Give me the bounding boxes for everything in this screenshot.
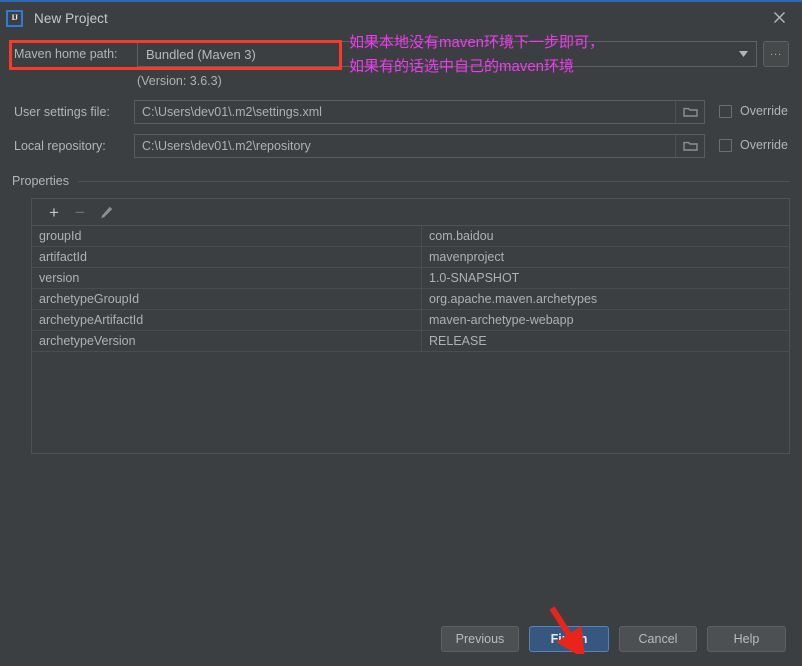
local-repository-row: Local repository: (14, 134, 106, 158)
properties-section-separator (78, 181, 790, 182)
maven-home-path-dropdown-button[interactable] (731, 41, 757, 67)
properties-table-body: groupId com.baidou artifactId mavenproject v… (32, 226, 789, 352)
finish-button[interactable]: Finish (529, 626, 609, 652)
table-row[interactable]: groupId com.baidou (32, 226, 789, 247)
cancel-button[interactable]: Cancel (619, 626, 697, 652)
table-row[interactable]: version 1.0-SNAPSHOT (32, 267, 789, 289)
property-value-cell: 1.0-SNAPSHOT (421, 267, 789, 289)
properties-table: groupId com.baidou artifactId mavenproject v… (32, 226, 789, 352)
property-key-cell: archetypeGroupId (32, 288, 422, 310)
property-value-cell: maven-archetype-webapp (421, 309, 789, 331)
chevron-down-icon (739, 51, 748, 57)
properties-toolbar: + − (32, 199, 789, 226)
local-repository-browse-button[interactable] (675, 135, 704, 157)
properties-panel: + − groupId com.baidou artifactId mavenproj… (31, 198, 790, 454)
new-project-dialog: IJ New Project Maven home path: Bundled … (0, 0, 802, 666)
folder-icon (682, 107, 698, 117)
edit-property-button[interactable] (93, 201, 119, 223)
maven-home-path-value: Bundled (Maven 3) (146, 46, 256, 62)
local-repository-label: Local repository: (14, 139, 106, 153)
maven-home-path-combo[interactable]: Bundled (Maven 3) (137, 41, 741, 67)
close-button[interactable] (756, 2, 802, 33)
user-settings-browse-button[interactable] (675, 101, 704, 123)
previous-button[interactable]: Previous (441, 626, 519, 652)
property-value-cell: com.baidou (421, 226, 789, 247)
user-settings-file-input[interactable]: C:\Users\dev01\.m2\settings.xml (134, 100, 705, 124)
property-value-cell: org.apache.maven.archetypes (421, 288, 789, 310)
table-row[interactable]: archetypeArtifactId maven-archetype-webap… (32, 309, 789, 331)
checkbox-box (719, 138, 732, 152)
maven-home-path-label: Maven home path: (14, 47, 118, 61)
dialog-title: New Project (34, 10, 108, 26)
folder-icon (682, 141, 698, 151)
local-repository-override-label: Override (740, 138, 788, 152)
title-bar: IJ New Project (0, 2, 802, 34)
property-key-cell: artifactId (32, 246, 422, 268)
local-repository-value: C:\Users\dev01\.m2\repository (142, 139, 311, 153)
add-property-button[interactable]: + (41, 201, 67, 223)
property-key-cell: version (32, 267, 422, 289)
property-value-cell: mavenproject (421, 246, 789, 268)
user-settings-override-checkbox[interactable]: Override (719, 104, 788, 118)
property-key-cell: archetypeVersion (32, 330, 422, 352)
local-repository-override-checkbox[interactable]: Override (719, 138, 788, 152)
user-settings-file-row: User settings file: (14, 100, 110, 124)
local-repository-input[interactable]: C:\Users\dev01\.m2\repository (134, 134, 705, 158)
table-row[interactable]: artifactId mavenproject (32, 246, 789, 268)
pencil-icon (100, 206, 112, 218)
intellij-idea-icon: IJ (6, 9, 23, 27)
table-row[interactable]: archetypeVersion RELEASE (32, 330, 789, 352)
maven-home-path-row: Maven home path: (14, 42, 118, 66)
property-key-cell: archetypeArtifactId (32, 309, 422, 331)
table-row[interactable]: archetypeGroupId org.apache.maven.archety… (32, 288, 789, 310)
user-settings-override-label: Override (740, 104, 788, 118)
maven-home-path-browse-button[interactable]: ... (763, 41, 789, 67)
help-button[interactable]: Help (707, 626, 786, 652)
checkbox-box (719, 104, 732, 118)
remove-property-button[interactable]: − (67, 201, 93, 223)
user-settings-file-value: C:\Users\dev01\.m2\settings.xml (142, 105, 322, 119)
property-value-cell: RELEASE (421, 330, 789, 352)
close-icon (773, 12, 785, 23)
properties-section-label: Properties (12, 174, 69, 188)
property-key-cell: groupId (32, 226, 422, 247)
user-settings-file-label: User settings file: (14, 105, 110, 119)
maven-version-note: (Version: 3.6.3) (137, 74, 222, 88)
